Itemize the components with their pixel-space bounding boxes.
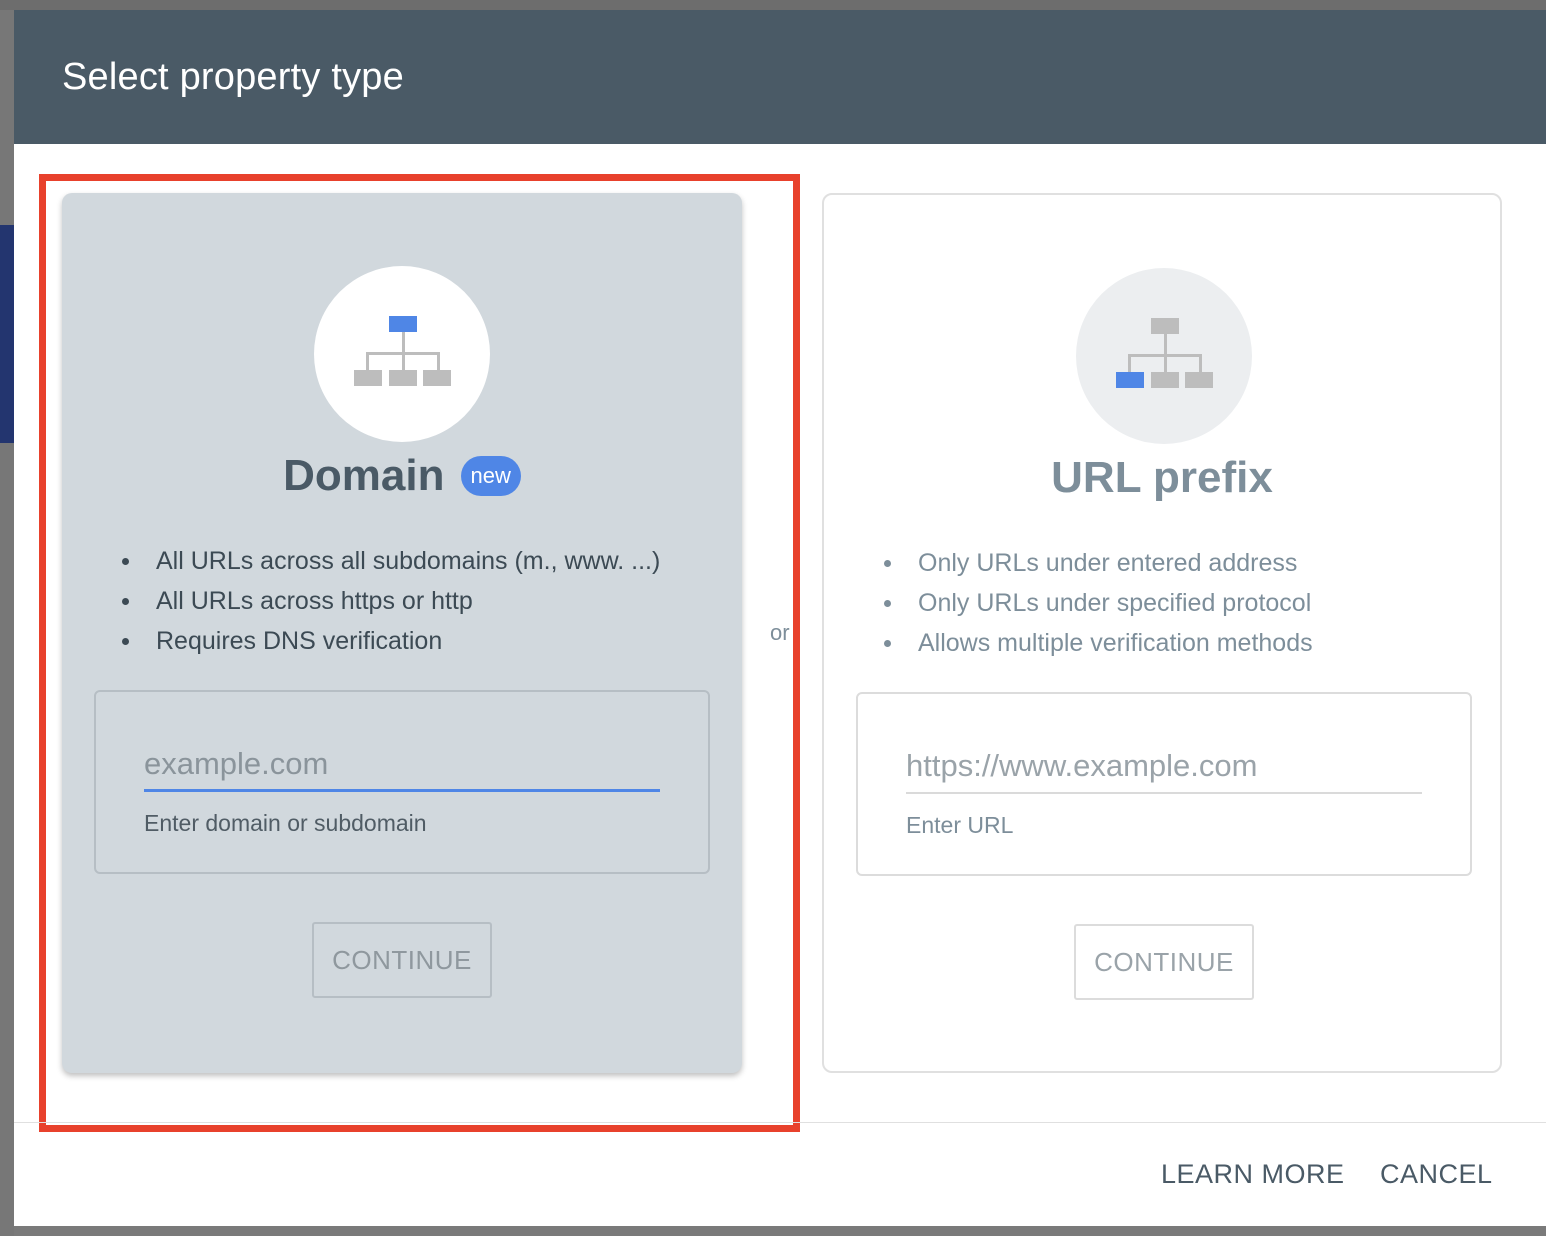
domain-title-row: Domain new [62, 451, 742, 501]
url-prefix-property-card[interactable]: URL prefix Only URLs under entered addre… [822, 193, 1502, 1073]
list-item: Only URLs under specified protocol [884, 583, 1313, 623]
url-prefix-title-row: URL prefix [824, 453, 1500, 503]
learn-more-button[interactable]: LEARN MORE [1161, 1159, 1345, 1190]
list-item: Only URLs under entered address [884, 543, 1313, 583]
list-item: All URLs across https or http [122, 581, 660, 621]
domain-property-card[interactable]: Domain new All URLs across all subdomain… [62, 193, 742, 1073]
new-badge: new [460, 456, 521, 496]
domain-feature-list: All URLs across all subdomains (m., www.… [122, 541, 660, 661]
or-separator: or [770, 620, 790, 645]
domain-input[interactable] [144, 742, 660, 792]
background-left-edge [0, 10, 14, 1236]
list-item: Requires DNS verification [122, 621, 660, 661]
dialog-footer: LEARN MORE CANCEL [14, 1122, 1546, 1226]
list-item: Allows multiple verification methods [884, 623, 1313, 663]
sitemap-icon [1116, 318, 1213, 388]
domain-card-title: Domain [283, 451, 445, 500]
url-input[interactable] [906, 744, 1422, 794]
select-property-dialog: Select property type Domain new All URLs… [14, 10, 1546, 1226]
url-prefix-card-title: URL prefix [1051, 453, 1273, 502]
domain-input-container: Enter domain or subdomain [94, 690, 710, 874]
url-input-container: Enter URL [856, 692, 1472, 876]
domain-icon-circle [314, 266, 490, 442]
domain-input-help: Enter domain or subdomain [144, 810, 427, 836]
background-top-strip [0, 0, 1546, 10]
dialog-title: Select property type [62, 55, 404, 98]
dialog-header: Select property type [14, 10, 1546, 144]
sitemap-icon [354, 316, 451, 386]
url-input-help: Enter URL [906, 812, 1014, 838]
url-prefix-icon-circle [1076, 268, 1252, 444]
list-item: All URLs across all subdomains (m., www.… [122, 541, 660, 581]
domain-continue-button[interactable]: CONTINUE [312, 922, 492, 998]
background-left-panel [0, 225, 14, 443]
cancel-button[interactable]: CANCEL [1380, 1159, 1493, 1190]
url-prefix-continue-button[interactable]: CONTINUE [1074, 924, 1254, 1000]
url-prefix-feature-list: Only URLs under entered address Only URL… [884, 543, 1313, 663]
